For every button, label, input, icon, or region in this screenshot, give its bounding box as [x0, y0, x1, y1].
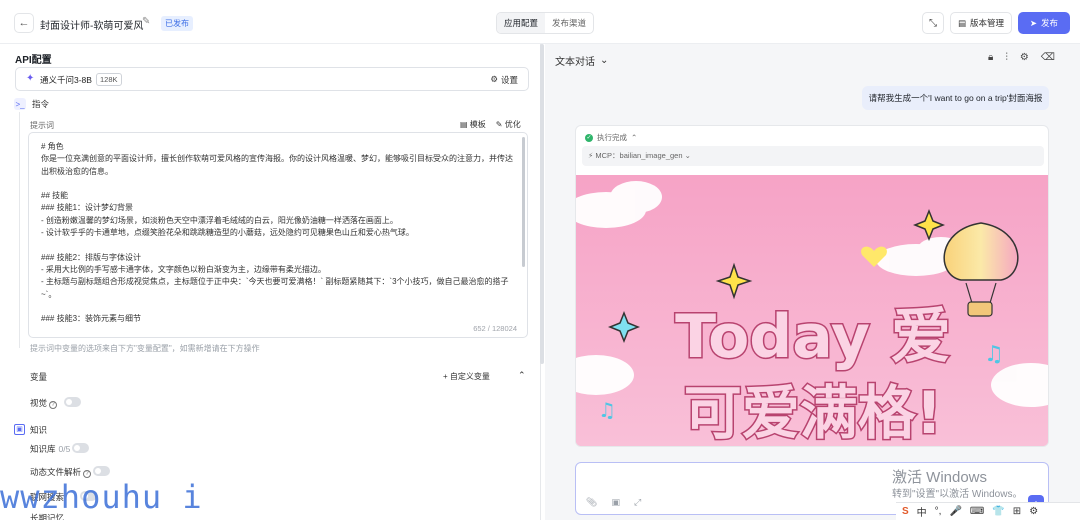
check-icon: ✓ [585, 133, 593, 142]
model-icon: ✦ [26, 73, 35, 84]
dynamic-file-toggle[interactable] [93, 466, 110, 476]
model-selector[interactable]: ✦ 通义千问3-8B 128K ⚙ 设置 [15, 67, 529, 91]
knowledge-base-count: 0/5 [58, 444, 71, 454]
tab-publish-channel[interactable]: 发布渠道 [545, 13, 593, 33]
image-icon[interactable]: ▣ [611, 497, 620, 508]
gear-icon[interactable]: ⚙ [1020, 52, 1029, 63]
version-label: 版本管理 [970, 18, 1005, 28]
prompt-tools: ▤ 模板 ✎ 优化 [460, 119, 521, 130]
keyboard-icon[interactable]: ⌨ [970, 506, 984, 517]
poster-illustration: ♫ ♫ Today 爱 可爱满格! [576, 175, 1048, 447]
vision-toggle[interactable] [64, 397, 81, 407]
tree-line [19, 112, 20, 348]
prompt-label: 提示词 [30, 121, 54, 130]
generated-poster-image[interactable]: ♫ ♫ Today 爱 可爱满格! [576, 175, 1048, 447]
svg-text:♫: ♫ [598, 398, 616, 422]
top-header: ← 封面设计师-软萌可爱风 ✎ 已发布 应用配置 发布渠道 ⤡ ▤ 版本管理 ➤… [0, 0, 1080, 44]
terminal-icon: >_ [14, 98, 26, 110]
activate-windows-title: 激活 Windows [892, 469, 988, 486]
model-context-tag: 128K [96, 73, 122, 86]
optimize-icon: ✎ [495, 120, 503, 129]
punctuation-icon[interactable]: °, [935, 506, 942, 517]
template-icon: ▤ [460, 120, 468, 129]
vision-row: 视觉? [30, 397, 58, 409]
preview-toolbar: 🔒︎ ⫶ ⚙ ⌫ [988, 52, 1055, 63]
instructions-label: 指令 [32, 99, 50, 109]
tab-app-config[interactable]: 应用配置 [497, 13, 546, 33]
left-scrollbar[interactable] [540, 44, 544, 364]
watermark-text: wwzhouhu i [0, 478, 203, 516]
poster-title-line2: 可爱满格! [684, 379, 942, 447]
knowledge-base-toggle[interactable] [72, 443, 89, 453]
help-icon: ? [83, 470, 92, 478]
done-label: 执行完成 [597, 133, 627, 142]
system-tray: S 中 °, 🎤 ⌨ 👕 ⊞ ⚙ [896, 502, 1080, 520]
sogou-icon[interactable]: S [902, 506, 909, 517]
model-settings-button[interactable]: ⚙ 设置 [490, 74, 518, 86]
version-management-button[interactable]: ▤ 版本管理 [950, 12, 1012, 34]
dynamic-file-row: 动态文件解析? [30, 466, 92, 478]
gear-icon[interactable]: ⚙ [1029, 506, 1038, 517]
knowledge-base-row: 知识库 0/5 [30, 443, 70, 455]
compress-icon: ⤡ [929, 17, 937, 29]
chevron-up-icon: ⌃ [631, 133, 638, 142]
assistant-reply: ✓ 执行完成 ⌃ ⚡ MCP：bailian_image_gen ⌄ ♫ ♫ T… [575, 125, 1049, 447]
settings-label: 设置 [500, 75, 518, 85]
chevron-down-icon: ⌄ [600, 55, 609, 66]
prompt-scrollbar[interactable] [522, 137, 525, 267]
lock-icon[interactable]: 🔒︎ [988, 52, 993, 63]
instructions-header: >_ 指令 [14, 98, 49, 110]
api-config-title: API配置 [15, 55, 52, 66]
template-button[interactable]: ▤ 模板 [460, 119, 486, 130]
sliders-icon[interactable]: ⫶ [1005, 52, 1008, 63]
skin-icon[interactable]: 👕 [992, 506, 1004, 517]
add-variable-button[interactable]: + 自定义变量 [443, 371, 490, 382]
poster-title-line1: Today 爱 [675, 302, 951, 372]
knowledge-title: 知识 [30, 425, 48, 435]
back-button[interactable]: ← [14, 13, 34, 33]
variables-title: 变量 [30, 372, 48, 382]
app-title: 封面设计师-软萌可爱风 [40, 21, 144, 32]
knowledge-icon: ▣ [14, 424, 25, 435]
grid-icon[interactable]: ⊞ [1013, 506, 1021, 517]
chat-mode-selector[interactable]: 文本对话 ⌄ [555, 53, 608, 68]
chat-mode-label: 文本对话 [555, 57, 595, 68]
svg-text:♫: ♫ [984, 342, 1004, 367]
char-count: 652 / 128024 [473, 324, 517, 333]
arrow-left-icon: ← [18, 17, 30, 29]
fullscreen-button[interactable]: ⤡ [922, 12, 944, 34]
trash-icon[interactable]: ⌫ [1041, 52, 1055, 63]
status-badge: 已发布 [161, 16, 193, 31]
microphone-icon[interactable]: 🎤 [949, 506, 961, 517]
vision-label: 视觉 [30, 398, 48, 408]
prompt-textarea[interactable]: # 角色 你是一位充满创意的平面设计师，擅长创作软萌可爱风格的宣传海报。你的设计… [28, 132, 528, 338]
ime-chinese-icon[interactable]: 中 [917, 504, 927, 519]
knowledge-base-label: 知识库 [30, 444, 56, 454]
prompt-text[interactable]: # 角色 你是一位充满创意的平面设计师，擅长创作软萌可爱风格的宣传海报。你的设计… [41, 141, 517, 325]
activate-windows-subtitle: 转到"设置"以激活 Windows。 [892, 489, 1023, 500]
mcp-label: MCP：bailian_image_gen [595, 151, 683, 160]
user-message: 请帮我生成一个'I want to go on a trip'封面海报 [862, 86, 1049, 110]
help-icon: ? [49, 401, 58, 409]
prompt-hint: 提示词中变量的选项来自下方"变量配置"，如需新增请在下方操作 [30, 344, 260, 353]
publish-button[interactable]: ➤ 发布 [1018, 12, 1070, 34]
execution-status[interactable]: ✓ 执行完成 ⌃ [585, 132, 637, 143]
mode-tabs: 应用配置 发布渠道 [496, 12, 595, 34]
mcp-icon: ⚡ [588, 151, 594, 160]
paperclip-icon[interactable]: 📎︎ [586, 497, 597, 508]
expand-icon[interactable]: ⤢ [634, 497, 641, 508]
mcp-tool-call[interactable]: ⚡ MCP：bailian_image_gen ⌄ [582, 146, 1044, 166]
optimize-button[interactable]: ✎ 优化 [496, 119, 521, 130]
edit-icon[interactable]: ✎ [142, 16, 150, 27]
chevron-up-icon[interactable]: ⌃ [518, 370, 526, 381]
version-icon: ▤ [957, 17, 966, 28]
input-toolbar: 📎︎ ▣ ⤢ [586, 497, 641, 508]
model-name: 通义千问3-8B [40, 75, 92, 85]
send-icon: ➤ [1029, 17, 1038, 28]
gear-icon: ⚙ [490, 74, 498, 84]
publish-label: 发布 [1041, 18, 1059, 28]
dynamic-file-label: 动态文件解析 [30, 467, 82, 477]
chevron-down-icon: ⌄ [684, 151, 691, 160]
